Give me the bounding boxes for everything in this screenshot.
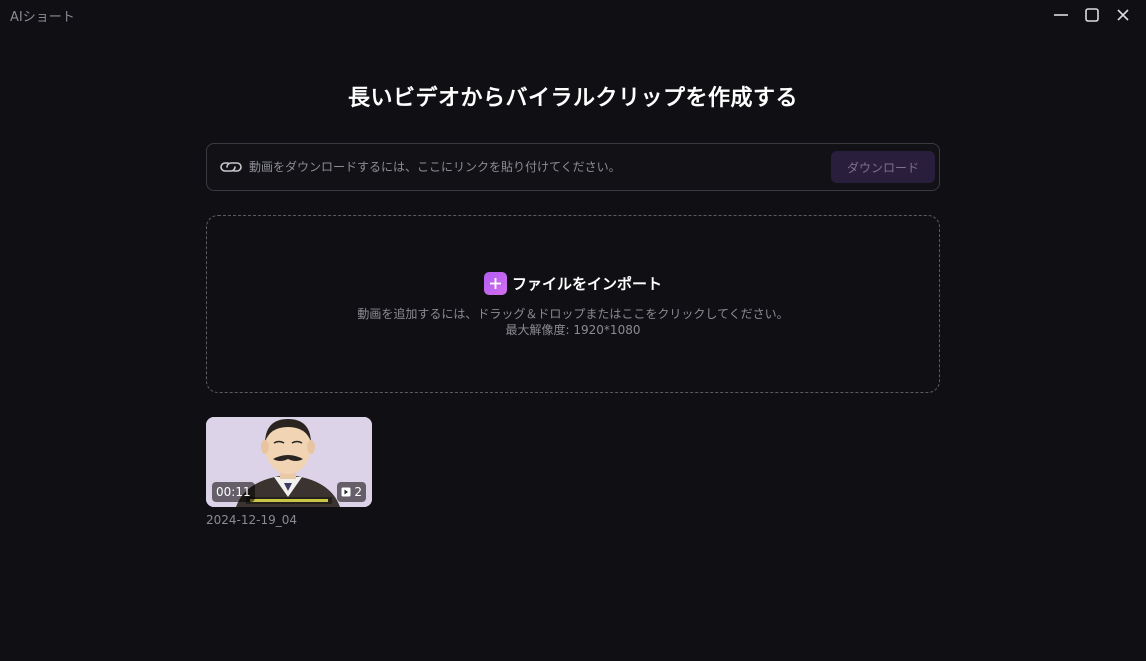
- maximize-icon: [1085, 8, 1099, 22]
- page-title: 長いビデオからバイラルクリップを作成する: [347, 86, 798, 111]
- minimize-icon: [1054, 14, 1068, 16]
- plus-icon: [483, 272, 507, 295]
- video-thumbnail: 00:11 2: [206, 417, 372, 507]
- download-button[interactable]: ダウンロード: [831, 151, 935, 183]
- close-button[interactable]: [1108, 4, 1138, 26]
- max-resolution-text: 最大解像度: 1920*1080: [505, 323, 641, 337]
- minimize-button[interactable]: [1046, 4, 1076, 26]
- play-clip-icon: [341, 487, 351, 497]
- link-input[interactable]: [249, 154, 819, 180]
- maximize-button[interactable]: [1077, 4, 1107, 26]
- close-icon: [1117, 9, 1129, 21]
- link-bar: ダウンロード: [206, 143, 940, 191]
- video-title: 2024-12-19_04: [206, 513, 298, 527]
- app-title: AIショート: [10, 10, 75, 25]
- link-icon: [220, 162, 242, 172]
- clip-count-badge: 2: [337, 482, 366, 502]
- import-label: ファイルをインポート: [511, 275, 662, 293]
- title-bar: AIショート: [0, 0, 1146, 30]
- clip-count-value: 2: [354, 485, 362, 499]
- import-dropzone[interactable]: ファイルをインポート 動画を追加するには、ドラッグ＆ドロップまたはここをクリック…: [206, 215, 940, 393]
- import-button[interactable]: ファイルをインポート: [207, 272, 939, 295]
- duration-badge: 00:11: [212, 482, 255, 502]
- video-card[interactable]: 00:11 2 2024-12-19_04: [206, 417, 372, 527]
- dropzone-hint: 動画を追加するには、ドラッグ＆ドロップまたはここをクリックしてください。: [357, 307, 789, 321]
